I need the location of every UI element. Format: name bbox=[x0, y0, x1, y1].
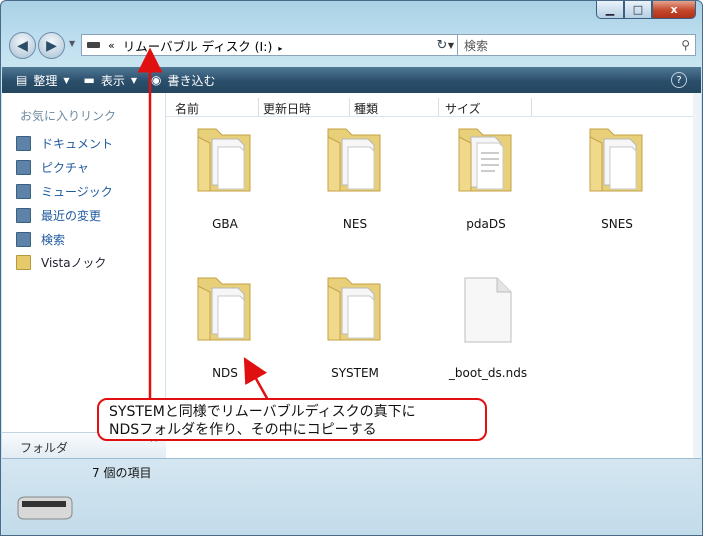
folder-icon bbox=[327, 128, 381, 192]
explorer-window: ▁ □ x ◀ ▶ ▼ « リムーバブル ディスク (I:) ▸ ▼ ↻ 検索 ⚲… bbox=[0, 0, 703, 536]
refresh-button[interactable]: ↻ bbox=[431, 34, 453, 56]
navigation-bar: ◀ ▶ ▼ « リムーバブル ディスク (I:) ▸ ▼ ↻ 検索 ⚲ bbox=[9, 31, 696, 61]
organize-icon: ▤ bbox=[16, 73, 28, 87]
generic-file-icon bbox=[464, 277, 512, 343]
column-divider bbox=[349, 98, 350, 116]
forward-button[interactable]: ▶ bbox=[38, 32, 65, 59]
folder-item-pdads[interactable]: pdaDS bbox=[443, 121, 529, 241]
recent-pages-dropdown[interactable]: ▼ bbox=[69, 39, 75, 48]
folders-label: フォルダ bbox=[20, 441, 69, 455]
pictures-icon bbox=[16, 160, 31, 175]
folder-icon bbox=[16, 255, 31, 270]
chevron-down-icon: ▼ bbox=[63, 75, 70, 85]
address-path-text[interactable]: リムーバブル ディスク (I:) bbox=[123, 39, 273, 54]
navigation-pane: お気に入りリンク ドキュメント ピクチャ ミュージック 最近の変更 検索 Vis… bbox=[2, 93, 166, 432]
back-arrow-icon: ◀ bbox=[17, 37, 28, 54]
column-type[interactable]: 種類 bbox=[354, 100, 378, 117]
address-path[interactable]: リムーバブル ディスク (I:) ▸ bbox=[123, 36, 444, 55]
organize-button[interactable]: ▤ 整理 ▼ bbox=[16, 72, 70, 89]
back-button[interactable]: ◀ bbox=[9, 32, 36, 59]
views-label: 表示 bbox=[100, 73, 125, 88]
file-name: _boot_ds.nds bbox=[448, 366, 528, 380]
documents-icon bbox=[16, 136, 31, 151]
address-bar[interactable]: « リムーバブル ディスク (I:) ▸ ▼ bbox=[81, 34, 459, 56]
folder-icon bbox=[327, 277, 381, 341]
burn-disc-icon: ◉ bbox=[151, 73, 162, 87]
file-name: pdaDS bbox=[466, 217, 506, 231]
removable-drive-icon bbox=[87, 42, 100, 48]
column-size[interactable]: サイズ bbox=[445, 100, 481, 117]
maximize-button[interactable]: □ bbox=[624, 1, 652, 19]
column-name[interactable]: 名前 bbox=[175, 100, 199, 117]
details-pane: 7 個の項目 bbox=[2, 458, 701, 535]
folder-item-gba[interactable]: GBA bbox=[182, 121, 268, 241]
annotation-line-2: NDSフォルダを作り、その中にコピーする bbox=[109, 422, 377, 438]
folder-icon bbox=[197, 277, 251, 341]
annotation-line-1: SYSTEMと同様でリムーバブルディスクの真下に bbox=[109, 404, 416, 420]
folder-icon bbox=[458, 128, 512, 192]
column-divider bbox=[438, 98, 439, 116]
file-name: GBA bbox=[212, 217, 238, 231]
annotation-callout: SYSTEMと同様でリムーバブルディスクの真下に NDSフォルダを作り、その中に… bbox=[97, 398, 487, 441]
sidebar-item-music[interactable]: ミュージック bbox=[16, 183, 113, 200]
sidebar-item-label: 検索 bbox=[41, 233, 66, 247]
organize-label: 整理 bbox=[33, 73, 58, 88]
favorites-title: お気に入りリンク bbox=[20, 109, 117, 123]
sidebar-item-recent[interactable]: 最近の変更 bbox=[16, 207, 101, 224]
maximize-icon: □ bbox=[632, 3, 644, 16]
burn-label: 書き込む bbox=[167, 73, 216, 88]
sidebar-item-label: ドキュメント bbox=[41, 137, 114, 151]
folder-item-nes[interactable]: NES bbox=[312, 121, 398, 241]
column-divider bbox=[258, 98, 259, 116]
refresh-icon: ↻ bbox=[436, 37, 448, 53]
column-header: 名前 更新日時 種類 サイズ bbox=[166, 98, 693, 117]
sidebar-item-label: ミュージック bbox=[41, 185, 113, 199]
help-icon: ? bbox=[676, 74, 682, 86]
help-button[interactable]: ? bbox=[671, 72, 687, 88]
sidebar-item-label: ピクチャ bbox=[41, 161, 89, 175]
sidebar-item-vista[interactable]: Vistaノック bbox=[16, 254, 106, 271]
file-name: SNES bbox=[601, 217, 633, 231]
folder-item-snes[interactable]: SNES bbox=[574, 121, 660, 241]
sidebar-item-pictures[interactable]: ピクチャ bbox=[16, 159, 89, 176]
folder-item-system[interactable]: SYSTEM bbox=[312, 270, 398, 390]
file-name: SYSTEM bbox=[331, 366, 379, 380]
file-name: NDS bbox=[212, 366, 238, 380]
sidebar-item-documents[interactable]: ドキュメント bbox=[16, 135, 113, 152]
search-placeholder: 検索 bbox=[464, 38, 489, 53]
search-icon[interactable]: ⚲ bbox=[681, 38, 690, 52]
sidebar-item-search[interactable]: 検索 bbox=[16, 231, 65, 248]
vertical-scrollbar[interactable] bbox=[693, 93, 701, 458]
minimize-icon: ▁ bbox=[605, 3, 615, 16]
folder-icon bbox=[589, 128, 643, 192]
column-modified[interactable]: 更新日時 bbox=[263, 100, 311, 117]
file-name: NES bbox=[342, 217, 368, 231]
views-button[interactable]: ▬ 表示 ▼ bbox=[84, 72, 138, 89]
folder-icon bbox=[197, 128, 251, 192]
sidebar-item-label: 最近の変更 bbox=[41, 209, 102, 223]
address-separator-icon[interactable]: ▸ bbox=[278, 44, 282, 53]
views-icon: ▬ bbox=[83, 73, 95, 87]
recent-icon bbox=[16, 208, 31, 223]
minimize-button[interactable]: ▁ bbox=[596, 1, 624, 19]
folder-item-nds[interactable]: NDS bbox=[182, 270, 268, 390]
search-folder-icon bbox=[16, 232, 31, 247]
item-count: 7 個の項目 bbox=[92, 466, 152, 480]
music-icon bbox=[16, 184, 31, 199]
removable-drive-icon bbox=[17, 496, 73, 520]
burn-button[interactable]: ◉ 書き込む bbox=[151, 72, 216, 89]
search-input[interactable]: 検索 ⚲ bbox=[457, 34, 696, 56]
command-toolbar: ▤ 整理 ▼ ▬ 表示 ▼ ◉ 書き込む ? bbox=[2, 67, 701, 93]
column-divider bbox=[531, 98, 532, 116]
forward-arrow-icon: ▶ bbox=[46, 37, 57, 54]
sidebar-item-label: Vistaノック bbox=[41, 256, 107, 270]
address-chevron[interactable]: « bbox=[108, 39, 115, 52]
close-icon: x bbox=[670, 3, 678, 16]
caption-buttons: ▁ □ x bbox=[596, 1, 696, 19]
close-button[interactable]: x bbox=[652, 1, 696, 19]
file-item-boot-ds[interactable]: _boot_ds.nds bbox=[443, 270, 533, 390]
chevron-down-icon: ▼ bbox=[130, 75, 138, 85]
